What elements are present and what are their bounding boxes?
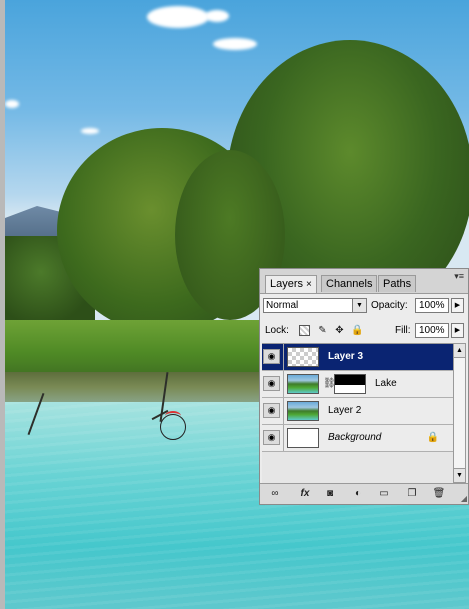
layers-panel: Layers × Channels Paths ▾≡ Normal ▼ Opaci…	[259, 268, 469, 505]
fill-label: Fill:	[395, 325, 411, 336]
fill-slider-button[interactable]: ▶	[451, 323, 464, 338]
scroll-up-icon[interactable]: ▲	[454, 344, 465, 358]
panel-tabbar: Layers × Channels Paths ▾≡	[260, 269, 468, 294]
divider	[283, 425, 284, 451]
layer-thumbnail	[287, 374, 319, 394]
layer-row-lake[interactable]: ◉ ⛓ Lake	[262, 371, 453, 398]
eye-icon[interactable]: ◉	[263, 430, 280, 445]
layer-name: Lake	[375, 378, 397, 389]
adjustment-layer-icon[interactable]: ◐	[350, 487, 366, 500]
layer-thumbnail	[287, 401, 319, 421]
layers-list: ◉ Layer 3 ◉ ⛓ Lake ◉ Layer 2 ◉ Backgroun…	[262, 343, 453, 484]
scroll-down-icon[interactable]: ▼	[454, 468, 465, 482]
new-layer-icon[interactable]: ❐	[405, 487, 419, 500]
cloud	[147, 6, 209, 28]
cloud	[81, 128, 99, 134]
divider	[283, 344, 284, 370]
cloud	[205, 10, 229, 22]
add-mask-icon[interactable]: ◙	[322, 487, 338, 500]
blend-mode-value: Normal	[266, 300, 299, 311]
panel-footer: ∞ fx ◙ ◐ ▭ ❐ 🗑 ◢	[260, 483, 468, 504]
eye-icon[interactable]: ◉	[263, 376, 280, 391]
blend-mode-select[interactable]: Normal ▼	[263, 298, 367, 313]
opacity-input[interactable]: 100%	[415, 298, 449, 313]
layer-name: Background	[328, 432, 382, 443]
lock-all-icon[interactable]: 🔒	[351, 325, 363, 336]
lock-brush-icon[interactable]: ✎	[317, 325, 328, 336]
layer-row-background[interactable]: ◉ Background 🔒	[262, 425, 453, 452]
lock-move-icon[interactable]: ✥	[334, 325, 345, 336]
layer-thumbnail	[287, 428, 319, 448]
resize-grip-icon[interactable]: ◢	[461, 494, 467, 503]
cloud	[213, 38, 257, 50]
cloud	[5, 100, 19, 108]
eye-icon[interactable]: ◉	[263, 349, 280, 364]
layer-name: Layer 3	[328, 351, 364, 362]
lock-label: Lock:	[265, 325, 289, 336]
panel-menu-icon[interactable]: ▾≡	[454, 271, 464, 282]
fx-icon[interactable]: fx	[296, 487, 314, 500]
divider	[283, 398, 284, 424]
brush-cursor-icon	[160, 414, 186, 440]
divider	[283, 371, 284, 397]
close-icon[interactable]: ×	[306, 279, 312, 290]
tab-paths-label: Paths	[383, 278, 412, 290]
tab-layers[interactable]: Layers ×	[265, 275, 317, 293]
link-layers-icon[interactable]: ∞	[266, 487, 284, 500]
fill-input[interactable]: 100%	[415, 323, 449, 338]
layer-row-layer-3[interactable]: ◉ Layer 3	[262, 344, 453, 371]
tab-channels-label: Channels	[326, 278, 373, 290]
tab-paths[interactable]: Paths	[378, 275, 417, 292]
layer-mask-thumbnail[interactable]	[334, 374, 366, 394]
layer-thumbnail	[287, 347, 319, 367]
trash-icon[interactable]: 🗑	[432, 487, 446, 500]
opacity-slider-button[interactable]: ▶	[451, 298, 464, 313]
lock-transparency-icon[interactable]	[299, 325, 310, 336]
layers-scrollbar[interactable]: ▲ ▼	[453, 343, 466, 483]
folder-icon[interactable]: ▭	[376, 487, 392, 500]
layer-row-layer-2[interactable]: ◉ Layer 2	[262, 398, 453, 425]
chevron-down-icon[interactable]: ▼	[352, 299, 366, 312]
tab-layers-label: Layers	[270, 278, 304, 290]
tab-channels[interactable]: Channels	[321, 275, 378, 292]
eye-icon[interactable]: ◉	[263, 403, 280, 418]
lock-icon: 🔒	[426, 432, 439, 443]
opacity-label: Opacity:	[371, 300, 408, 311]
layer-name: Layer 2	[328, 405, 362, 416]
